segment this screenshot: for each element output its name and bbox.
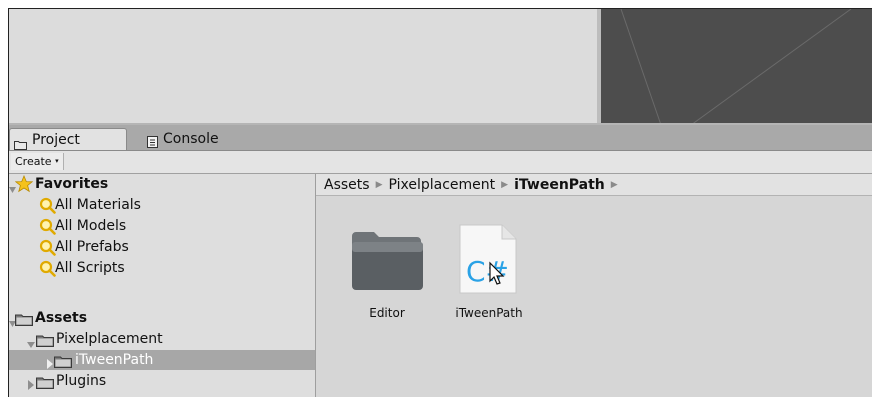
breadcrumb-item[interactable]: Pixelplacement [388,177,495,193]
asset-label: iTweenPath [455,306,523,320]
hierarchy-panel [9,9,597,124]
breadcrumb-item[interactable]: Assets [324,177,370,193]
tree-item-label: iTweenPath [75,352,154,368]
tree-item-label: Plugins [56,373,107,389]
csharp-script-icon: C# [458,223,518,299]
breadcrumb: Assets ▶ Pixelplacement ▶ iTweenPath ▶ [316,174,872,196]
expand-arrow-icon[interactable] [27,376,35,396]
create-label: Create [15,155,52,168]
folder-icon [36,375,54,395]
assets-label: Assets [35,310,88,326]
favorites-item-scripts[interactable]: All Scripts [9,258,315,278]
favorites-item-materials[interactable]: All Materials [9,195,315,215]
tree-item-plugins[interactable]: Plugins [9,371,315,391]
asset-item-itweenpath[interactable]: C# iTweenPath [438,218,528,323]
tab-project[interactable]: Project [9,128,127,150]
scene-view-lines [620,9,852,125]
tree-item-itweenpath[interactable]: iTweenPath [9,350,315,370]
asset-item-editor[interactable]: Editor [336,218,426,323]
favorites-item-models[interactable]: All Models [9,216,315,236]
create-button[interactable]: Create ▾ [11,153,64,170]
assets-view-pane: Assets ▶ Pixelplacement ▶ iTweenPath ▶ Editor… [316,174,872,397]
folder-icon [350,230,424,296]
favorites-item-label: All Scripts [55,260,125,276]
tab-console[interactable]: Console [145,128,219,150]
console-icon [147,133,158,148]
asset-label: Editor [369,306,405,320]
breadcrumb-item-current[interactable]: iTweenPath [514,177,605,193]
search-icon [39,260,56,283]
project-toolbar: Create ▾ [9,151,872,174]
unity-editor-window: Project Console Create ▾ Favorites All M… [8,8,872,397]
folder-tab-icon [14,135,27,150]
scene-view[interactable] [597,9,872,125]
project-tree-pane: Favorites All Materials All Models All P… [9,174,316,397]
favorites-item-label: All Models [55,218,127,234]
breadcrumb-separator-icon: ▶ [375,180,383,190]
favorites-item-label: All Prefabs [55,239,129,255]
svg-text:C#: C# [466,255,509,288]
assets-header[interactable]: Assets [9,308,315,328]
breadcrumb-separator-icon: ▶ [610,180,618,190]
favorites-header[interactable]: Favorites [9,174,315,194]
favorites-item-prefabs[interactable]: All Prefabs [9,237,315,257]
tab-project-label: Project [32,131,80,148]
breadcrumb-separator-icon: ▶ [501,180,509,190]
favorites-label: Favorites [35,176,109,192]
chevron-down-icon: ▾ [55,157,59,165]
tree-item-pixelplacement[interactable]: Pixelplacement [9,329,315,349]
tab-console-label: Console [163,131,219,147]
tab-bar: Project Console [9,125,872,151]
tree-item-label: Pixelplacement [56,331,163,347]
favorites-item-label: All Materials [55,197,141,213]
